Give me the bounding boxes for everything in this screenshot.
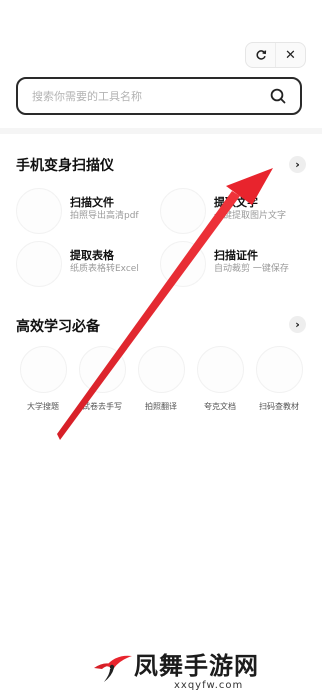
study-item-label: 大学搜题 xyxy=(27,402,59,411)
tool-extract-table[interactable]: 提取表格 纸质表格转Excel xyxy=(16,241,139,287)
tool-scan-file[interactable]: 扫描文件 拍照导出高清pdf xyxy=(16,188,139,234)
study-item-label: 试卷去手写 xyxy=(82,402,122,411)
close-button[interactable]: ✕ xyxy=(275,43,305,67)
watermark: 凤舞手游网 xxqyfw.com xyxy=(92,646,312,700)
tool-icon xyxy=(160,188,206,234)
watermark-url: xxqyfw.com xyxy=(174,680,244,691)
study-item-icon xyxy=(19,346,67,393)
study-item-icon xyxy=(78,346,126,393)
study-item-label: 扫码查教材 xyxy=(259,402,299,411)
section-divider xyxy=(0,128,322,134)
study-item-label: 夸克文档 xyxy=(204,402,236,411)
tool-name: 提取表格 xyxy=(70,249,114,262)
study-more-button[interactable]: › xyxy=(289,316,306,333)
scanner-more-button[interactable]: › xyxy=(289,156,306,173)
tool-icon xyxy=(16,241,62,287)
close-icon: ✕ xyxy=(285,47,296,63)
search-placeholder: 搜索你需要的工具名称 xyxy=(32,90,142,103)
watermark-logo xyxy=(94,655,132,682)
tool-extract-text[interactable]: 提取文字 一键提取图片文字 xyxy=(160,188,286,234)
tool-desc: 一键提取图片文字 xyxy=(214,211,287,221)
refresh-icon xyxy=(255,50,266,60)
tool-name: 扫描文件 xyxy=(70,196,114,209)
study-item-icon xyxy=(137,346,185,393)
tool-desc: 纸质表格转Excel xyxy=(70,264,139,274)
study-item[interactable]: 扫码查教材 xyxy=(250,346,308,412)
watermark-text: 凤舞手游网 xyxy=(134,652,259,680)
study-item-icon xyxy=(255,346,303,393)
tool-icon xyxy=(160,241,206,287)
tool-icon xyxy=(16,188,62,234)
tool-scan-id[interactable]: 扫描证件 自动裁剪 一键保存 xyxy=(160,241,289,287)
study-item-label: 拍照翻译 xyxy=(145,402,177,411)
study-item[interactable]: 夸克文档 xyxy=(191,346,249,412)
refresh-button[interactable] xyxy=(246,43,275,67)
chevron-right-icon: › xyxy=(295,158,300,171)
study-item[interactable]: 试卷去手写 xyxy=(73,346,131,412)
section-title-study: 高效学习必备 xyxy=(16,319,100,335)
tool-name: 扫描证件 xyxy=(214,249,258,262)
tool-name: 提取文字 xyxy=(214,196,258,209)
tool-desc: 自动裁剪 一键保存 xyxy=(214,264,289,274)
chevron-right-icon: › xyxy=(295,318,300,331)
study-item-icon xyxy=(196,346,244,393)
tool-desc: 拍照导出高清pdf xyxy=(70,211,139,221)
search-icon[interactable] xyxy=(270,88,286,104)
search-input[interactable]: 搜索你需要的工具名称 xyxy=(16,77,302,115)
top-actions: ✕ xyxy=(245,42,306,68)
study-item[interactable]: 大学搜题 xyxy=(14,346,72,412)
study-item[interactable]: 拍照翻译 xyxy=(132,346,190,412)
section-title-scanner: 手机变身扫描仪 xyxy=(16,158,114,174)
